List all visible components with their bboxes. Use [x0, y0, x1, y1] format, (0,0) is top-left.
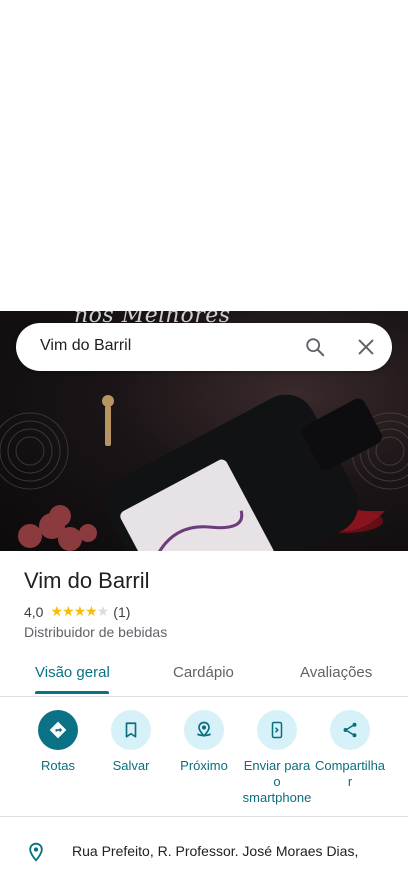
map-area-blank	[0, 0, 408, 311]
location-pin-icon	[26, 842, 46, 867]
nearby-button[interactable]: Próximo	[164, 710, 244, 774]
star-icon: ★	[62, 603, 75, 619]
address-row[interactable]: Rua Prefeito, R. Professor. José Moraes …	[0, 830, 408, 870]
action-buttons: Rotas Salvar Próximo Enviar para o smart…	[0, 708, 408, 817]
star-icon: ★	[85, 603, 98, 619]
share-label-line1: Compartilha	[314, 758, 386, 773]
rating-stars: ★ ★ ★ ★ ★	[50, 603, 110, 620]
share-label: Compartilha r	[310, 758, 390, 790]
place-title: Vim do Barril	[24, 568, 150, 593]
share-label-line2: r	[347, 774, 353, 789]
directions-button[interactable]: Rotas	[18, 710, 98, 774]
send-to-phone-label-line1: Enviar para	[243, 758, 311, 773]
tab-overview[interactable]: Visão geral	[35, 664, 110, 681]
send-to-phone-label-line3: smartphone	[242, 790, 312, 805]
tab-reviews[interactable]: Avaliações	[300, 664, 372, 681]
search-bar[interactable]: Vim do Barril	[16, 323, 392, 371]
directions-icon	[38, 710, 78, 750]
save-label: Salvar	[112, 758, 150, 773]
rating-value: 4,0	[24, 603, 44, 620]
star-empty-icon: ★	[96, 603, 110, 619]
nearby-label: Próximo	[180, 758, 228, 773]
send-to-phone-label: Enviar para o smartphone	[237, 758, 317, 806]
search-icon[interactable]	[304, 336, 326, 358]
directions-label: Rotas	[41, 758, 75, 773]
tab-bar: Visão geral Cardápio Avaliações	[0, 656, 408, 697]
star-icon: ★	[73, 603, 87, 619]
close-icon[interactable]	[355, 336, 377, 358]
address-text: Rua Prefeito, R. Professor. José Moraes …	[72, 843, 359, 859]
nearby-icon	[184, 710, 224, 750]
send-to-phone-label-line2: o	[273, 774, 281, 789]
tab-menu[interactable]: Cardápio	[173, 664, 234, 681]
save-button[interactable]: Salvar	[91, 710, 171, 774]
rating-row[interactable]: 4,0 ★ ★ ★ ★ ★ (1)	[24, 603, 130, 620]
share-icon	[330, 710, 370, 750]
tab-active-indicator	[35, 691, 109, 694]
send-to-phone-button[interactable]: Enviar para o smartphone	[237, 710, 317, 806]
place-category[interactable]: Distribuidor de bebidas	[24, 624, 167, 640]
send-to-phone-icon	[257, 710, 297, 750]
bookmark-icon	[111, 710, 151, 750]
review-count[interactable]: (1)	[113, 604, 130, 620]
star-icon: ★	[50, 603, 63, 619]
search-input[interactable]: Vim do Barril	[40, 337, 131, 355]
share-button[interactable]: Compartilha r	[310, 710, 390, 790]
